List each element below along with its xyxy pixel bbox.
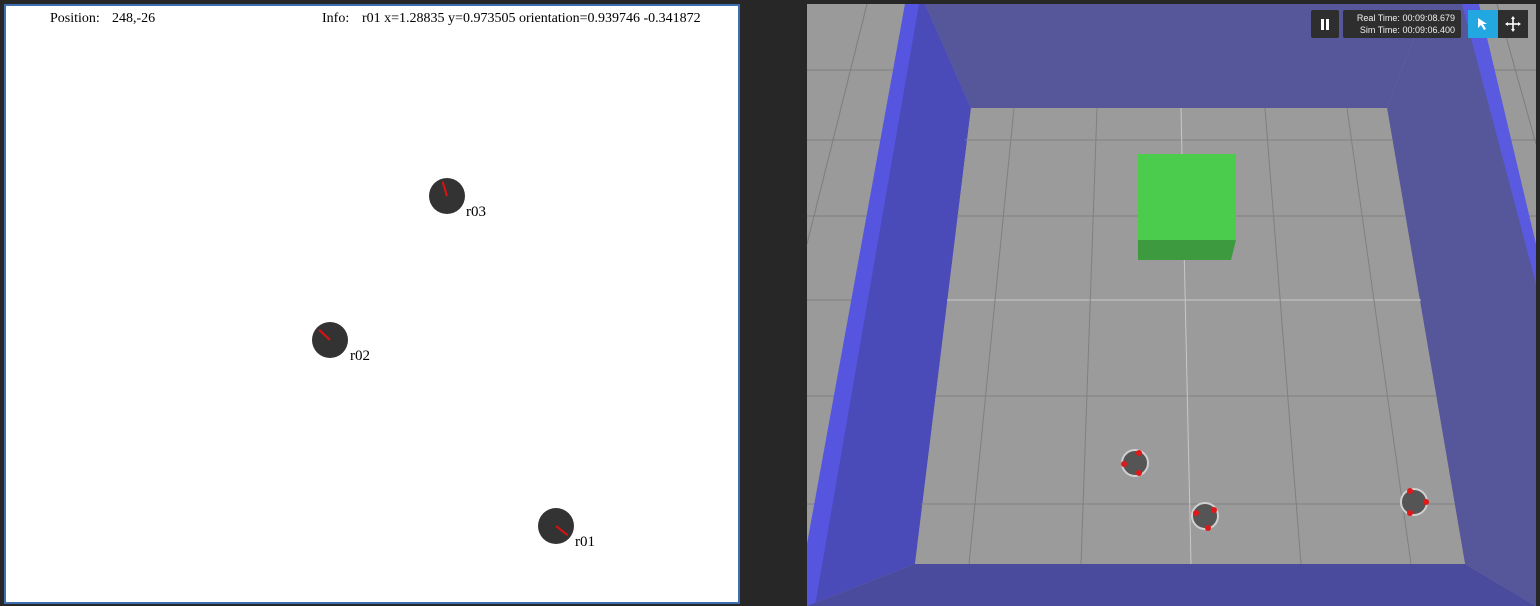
- select-mode-button[interactable]: [1468, 10, 1498, 38]
- heading-indicator: [555, 525, 569, 537]
- real-time-row: Real Time: 00:09:08.679: [1343, 12, 1455, 24]
- green-box-top: [1138, 154, 1236, 240]
- sim-time-label: Sim Time:: [1359, 25, 1400, 35]
- real-time-label: Real Time:: [1356, 13, 1400, 23]
- front-wall: [807, 564, 1536, 606]
- robot-r02-label: r02: [350, 348, 370, 364]
- pause-button[interactable]: [1311, 10, 1339, 38]
- time-display: Real Time: 00:09:08.679 Sim Time: 00:09:…: [1343, 10, 1461, 38]
- heading-indicator: [441, 181, 448, 197]
- app-root: Position: 248,-26 Info: r01 x=1.28835 y=…: [0, 0, 1540, 606]
- robot-r01-label: r01: [575, 534, 595, 550]
- move-arrows-icon: [1505, 16, 1521, 32]
- robot-r02-marker[interactable]: [312, 322, 348, 358]
- pause-icon-bar: [1326, 19, 1329, 30]
- heading-indicator: [318, 329, 331, 341]
- scene-render[interactable]: [807, 4, 1536, 606]
- robot-r03-marker[interactable]: [429, 178, 465, 214]
- robot-r01-marker[interactable]: [538, 508, 574, 544]
- map-panel[interactable]: Position: 248,-26 Info: r01 x=1.28835 y=…: [4, 4, 740, 604]
- sim-time-row: Sim Time: 00:09:06.400: [1343, 24, 1455, 36]
- position-value: 248,-26: [112, 11, 156, 26]
- info-value: r01 x=1.28835 y=0.973505 orientation=0.9…: [362, 11, 701, 26]
- pause-icon: [1321, 19, 1324, 30]
- green-box-side: [1138, 240, 1236, 260]
- simulation-viewport[interactable]: Real Time: 00:09:08.679 Sim Time: 00:09:…: [807, 4, 1536, 606]
- translate-mode-button[interactable]: [1498, 10, 1528, 38]
- sim-time-value: 00:09:06.400: [1402, 25, 1455, 35]
- real-time-value: 00:09:08.679: [1402, 13, 1455, 23]
- position-label: Position:: [50, 11, 100, 26]
- sim-robot-1[interactable]: [1121, 449, 1149, 477]
- arrow-cursor-icon: [1478, 18, 1487, 30]
- robot-r03-label: r03: [466, 204, 486, 220]
- info-label: Info:: [322, 11, 350, 26]
